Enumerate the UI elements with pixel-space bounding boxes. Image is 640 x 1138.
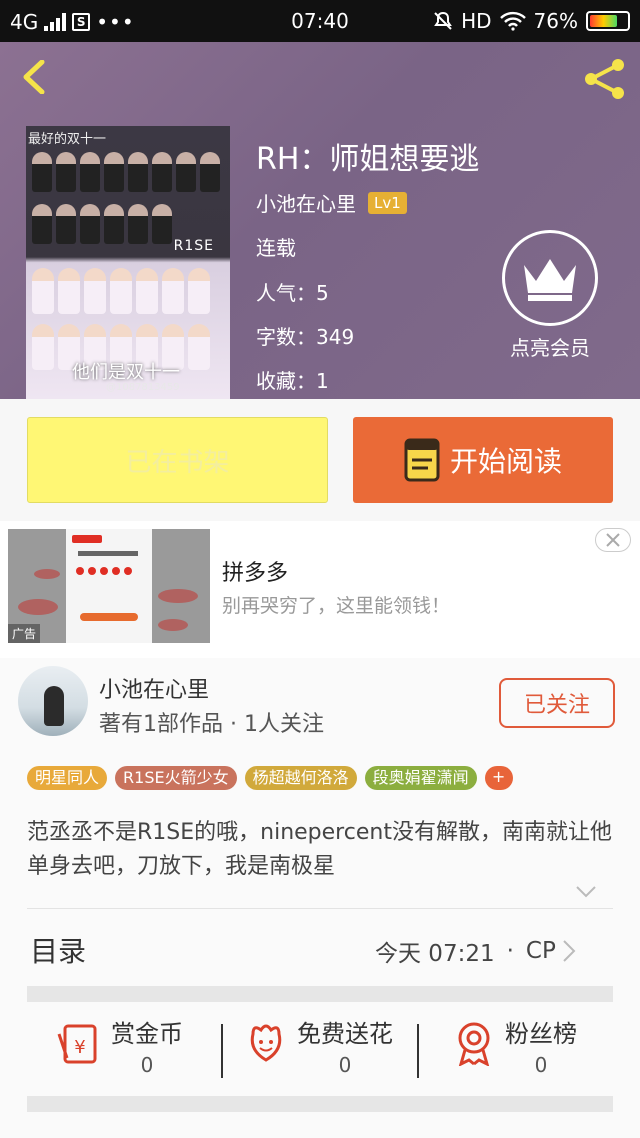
- hd-indicator: HD: [461, 9, 492, 33]
- cover-caption-id: @1087813459: [106, 382, 180, 393]
- ad-title[interactable]: 拼多多: [222, 555, 288, 587]
- author-name[interactable]: 小池在心里: [99, 672, 209, 704]
- toc-latest[interactable]: 今天 07:21 · CP: [375, 934, 576, 968]
- toc-chapter: CP: [525, 938, 556, 964]
- wifi-icon: [499, 11, 526, 31]
- author-avatar[interactable]: [18, 666, 88, 736]
- start-reading-label: 开始阅读: [449, 445, 562, 478]
- stat-label: 免费送花: [297, 1020, 393, 1048]
- stat-divider: [417, 1024, 419, 1078]
- share-icon[interactable]: [582, 56, 628, 102]
- action-bar: 已在书架 开始阅读: [0, 399, 640, 521]
- stat-label: 粉丝榜: [505, 1020, 577, 1048]
- chevron-down-icon[interactable]: [575, 880, 597, 902]
- stat-value: 0: [338, 1053, 352, 1077]
- book-icon: [404, 438, 440, 482]
- start-reading-button[interactable]: 开始阅读: [353, 417, 613, 503]
- stat-value: 0: [140, 1053, 154, 1077]
- close-icon: [606, 533, 620, 547]
- mute-bell-icon: [434, 11, 452, 30]
- vip-label: 点亮会员: [510, 336, 590, 360]
- book-author-row[interactable]: 小池在心里 Lv1: [256, 188, 407, 217]
- author-section: 小池在心里 著有1部作品 · 1人关注 已关注 明星同人 R1SE火箭少女 杨超…: [0, 658, 640, 1138]
- author-stats: 著有1部作品 · 1人关注: [99, 712, 324, 737]
- stat-value: 0: [534, 1053, 548, 1077]
- section-separator: [27, 1096, 613, 1112]
- fan-ranking-stat[interactable]: 粉丝榜 0: [451, 1014, 577, 1086]
- divider: [27, 908, 613, 909]
- book-title: RH：师姐想要逃: [256, 142, 480, 177]
- status-right: HD 76%: [433, 9, 630, 33]
- book-favorites: 收藏：1: [256, 369, 329, 393]
- stat-label: 赏金币: [111, 1020, 183, 1048]
- battery-icon: [586, 11, 630, 31]
- battery-percent: 76%: [533, 9, 578, 33]
- award-medal-icon: [458, 1022, 490, 1066]
- flower-icon: [250, 1024, 282, 1062]
- toc-updated: 今天 07:21: [375, 941, 495, 967]
- vip-button[interactable]: 点亮会员: [500, 230, 600, 361]
- ad-subtitle[interactable]: 别再哭穷了，这里能领钱！: [222, 591, 450, 618]
- book-author[interactable]: 小池在心里: [256, 188, 356, 217]
- level-badge: Lv1: [368, 191, 407, 214]
- toc-separator: ·: [506, 938, 514, 964]
- status-bar: 4G S ••• 07:40 HD 76%: [0, 0, 640, 42]
- book-status: 连载: [256, 236, 296, 260]
- reward-stats-row: ¥ 赏金币 0 免费送花 0 粉丝榜 0: [27, 1014, 613, 1086]
- ad-phone-mockup: [66, 529, 152, 643]
- send-flower-stat[interactable]: 免费送花 0: [243, 1014, 393, 1086]
- tag-chip[interactable]: 段奥娟翟潇闻: [364, 766, 477, 790]
- chevron-right-icon: [563, 940, 576, 962]
- book-popularity: 人气：5: [256, 281, 329, 305]
- follow-button[interactable]: 已关注: [499, 678, 615, 728]
- book-word-count: 字数：349: [256, 325, 355, 349]
- red-envelope-icon: ¥: [57, 1024, 97, 1064]
- cover-caption-brand: R1SE: [173, 238, 214, 254]
- ad-banner[interactable]: 广告 拼多多 别再哭穷了，这里能领钱！: [0, 521, 640, 658]
- in-bookshelf-button[interactable]: 已在书架: [27, 417, 328, 503]
- book-description: 范丞丞不是R1SE的哦，ninepercent没有解散，南南就让他单身去吧，刀放…: [27, 820, 612, 879]
- tag-chip[interactable]: R1SE火箭少女: [115, 766, 237, 790]
- back-arrow-icon[interactable]: [18, 60, 52, 94]
- book-header: 最好的双十一 R1SE 他们是双十一 @1087813459 RH：师姐想要逃 …: [0, 42, 640, 399]
- svg-text:¥: ¥: [74, 1037, 85, 1058]
- ad-tag: 广告: [8, 624, 41, 643]
- crown-icon: [502, 230, 598, 326]
- ad-close-button[interactable]: [595, 528, 631, 552]
- reward-coins-stat[interactable]: ¥ 赏金币 0: [57, 1014, 183, 1086]
- more-tags-button[interactable]: +: [484, 766, 513, 790]
- tag-list: 明星同人 R1SE火箭少女 杨超越何洛洛 段奥娟翟潇闻 +: [27, 766, 513, 790]
- book-cover[interactable]: 最好的双十一 R1SE 他们是双十一 @1087813459: [26, 126, 230, 399]
- section-separator: [27, 986, 613, 1002]
- tag-chip[interactable]: 杨超越何洛洛: [244, 766, 357, 790]
- cover-caption-top: 最好的双十一: [28, 132, 107, 147]
- toc-title[interactable]: 目录: [30, 930, 86, 970]
- tag-chip[interactable]: 明星同人: [27, 766, 108, 790]
- stat-divider: [221, 1024, 223, 1078]
- ad-image[interactable]: 广告: [8, 529, 210, 643]
- cover-caption-bottom: 他们是双十一: [72, 362, 180, 383]
